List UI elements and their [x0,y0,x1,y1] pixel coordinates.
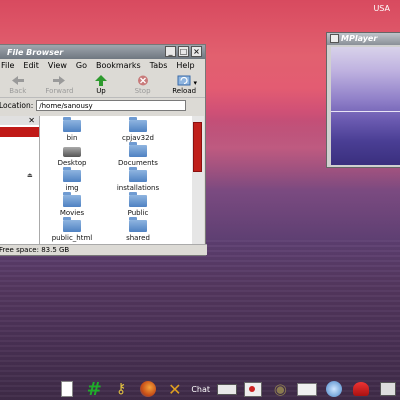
file-browser-titlebar[interactable]: File Browser _ □ × [0,45,205,59]
folder-icon [63,167,81,182]
file-item-label: cpjav32d [121,134,155,142]
menu-tabs[interactable]: Tabs [150,61,168,70]
menu-file[interactable]: File [1,61,14,70]
maximize-button[interactable]: □ [178,46,189,57]
system-icon[interactable] [348,379,373,399]
menu-go[interactable]: Go [76,61,87,70]
file-browser-body: ✕ ⏏ bin cpjav32d Desktop Documents img i… [0,116,205,244]
toolbar: Back Forward Up Stop Reload ▾ [0,71,205,98]
video-icon[interactable] [241,379,266,399]
forward-label: Forward [45,87,74,95]
file-item[interactable]: shared [108,217,168,242]
mplayer-close-button[interactable] [330,34,339,43]
side-pane-close-icon[interactable]: ✕ [0,116,39,125]
file-item-label: shared [126,234,150,242]
xchat-icon[interactable]: ✕ [162,379,187,399]
file-item-label: img [65,184,79,192]
mplayer-title: MPlayer [341,34,378,43]
back-button[interactable]: Back [0,75,39,97]
location-input[interactable]: /home/sanousy [36,100,187,111]
file-item[interactable]: Movies [42,192,102,217]
keys-icon[interactable]: ⚷ [109,379,134,399]
file-item-label: public_html [51,234,93,242]
folder-icon [129,117,147,132]
file-item-label: installations [116,184,160,192]
forward-button[interactable]: Forward [39,75,81,97]
file-item[interactable]: cpjav32d [108,117,168,142]
vertical-scrollbar[interactable] [192,116,204,244]
forward-arrow-icon [53,76,66,85]
keyboard-layout-indicator[interactable]: USA [373,4,390,13]
firefox-icon[interactable] [136,379,161,399]
reload-button[interactable]: Reload [163,75,205,97]
file-item-label: bin [66,134,78,142]
folder-icon [63,217,81,232]
back-label: Back [9,87,27,95]
video-display[interactable] [331,47,400,165]
eject-icon[interactable]: ⏏ [27,172,33,179]
file-grid: bin cpjav32d Desktop Documents img insta… [40,116,192,244]
location-label: Location: [0,101,34,110]
reload-icon [177,75,191,86]
file-item[interactable]: Public [108,192,168,217]
stop-icon [137,75,148,86]
folder-icon [129,142,147,157]
monitor-icon[interactable] [375,379,400,399]
terminal-icon[interactable]: # [82,379,107,400]
folder-icon [63,192,81,207]
notes-icon[interactable] [55,379,80,399]
window-title: File Browser [7,47,64,57]
folder-icon [129,217,147,232]
battery-icon[interactable] [214,379,239,399]
folder-icon [63,117,81,132]
close-button[interactable]: × [191,46,202,57]
status-bar: Free space: 83.5 GB [0,244,207,255]
menu-bookmarks[interactable]: Bookmarks [96,61,141,70]
side-pane-selected-item[interactable] [0,127,39,137]
file-item[interactable]: installations [108,167,168,192]
reload-label: Reload [172,87,197,95]
folder-icon [129,167,147,182]
taskbar: # ⚷ ✕ Chat ◉ [55,378,400,400]
menu-edit[interactable]: Edit [23,61,39,70]
file-item[interactable]: Documents [108,142,168,167]
menu-help[interactable]: Help [176,61,194,70]
mplayer-window: MPlayer [326,32,400,168]
minimize-button[interactable]: _ [165,46,176,57]
menu-bar: File Edit View Go Bookmarks Tabs Help [0,59,205,71]
up-button[interactable]: Up [80,75,122,97]
file-item-label: Movies [59,209,85,217]
file-item-label: Documents [118,159,158,167]
stop-button[interactable]: Stop [122,75,164,97]
location-bar: Location: /home/sanousy [0,98,205,113]
gimp-icon[interactable]: ◉ [268,379,293,399]
network-icon[interactable] [322,379,347,399]
file-item[interactable]: Desktop [42,145,102,167]
back-arrow-icon [11,76,24,85]
scrollbar-thumb[interactable] [193,122,202,172]
folder-icon [129,192,147,207]
menu-view[interactable]: View [48,61,67,70]
file-item[interactable]: img [42,167,102,192]
desktop-icon [63,147,81,157]
up-arrow-icon [94,75,107,86]
up-label: Up [96,87,106,95]
file-item[interactable]: bin [42,117,102,142]
toolbar-overflow-icon[interactable]: ▾ [193,79,197,87]
file-item-label: Desktop [57,159,87,167]
file-item-label: Public [127,209,149,217]
xchat-label[interactable]: Chat [189,379,212,399]
sea-surface [0,240,400,400]
file-item[interactable]: public_html [42,217,102,242]
stop-label: Stop [134,87,151,95]
mplayer-titlebar[interactable]: MPlayer [327,33,400,45]
side-pane: ✕ ⏏ [0,116,40,244]
mail-icon[interactable] [295,379,320,399]
file-browser-window: File Browser _ □ × File Edit View Go Boo… [0,44,207,256]
